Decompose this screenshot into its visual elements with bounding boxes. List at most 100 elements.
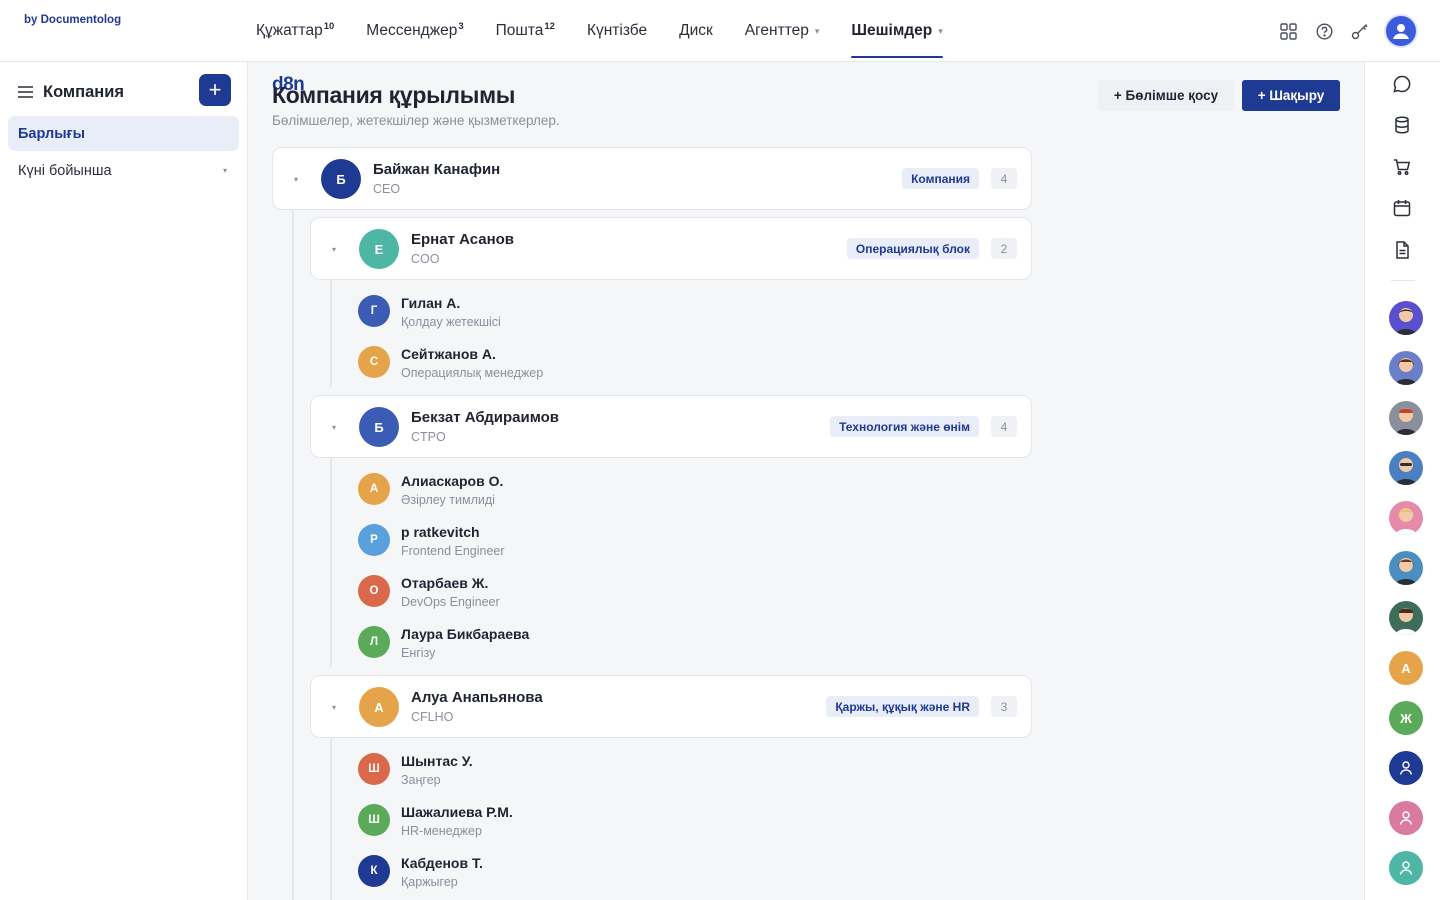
page-subtitle: Бөлімшелер, жетекшілер және қызметкерлер… <box>272 113 560 128</box>
employee-row[interactable]: Р р ratkevitch Frontend Engineer <box>358 518 758 562</box>
employee-role: Қолдау жетекшісі <box>401 315 501 329</box>
nav-label: Пошта <box>495 22 544 39</box>
left-sidebar: Компания + Барлығы Күні бойынша ▾ <box>0 62 248 900</box>
chevron-down-icon[interactable]: ▾ <box>332 703 336 712</box>
sidebar-title: Компания <box>43 82 125 101</box>
contact-avatar[interactable] <box>1389 451 1423 485</box>
menu-icon[interactable] <box>18 86 33 98</box>
sidebar-item-all[interactable]: Барлығы <box>8 116 239 151</box>
contact-avatar[interactable] <box>1389 351 1423 385</box>
nav-mail[interactable]: Пошта 12 <box>496 0 555 62</box>
employee-role: Енгізу <box>401 646 436 660</box>
employee-row[interactable]: С Сейтжанов А. Операциялық менеджер <box>358 340 758 384</box>
employee-row[interactable]: Ш Шынтас У. Заңгер <box>358 747 758 791</box>
sidebar-header: Компания + <box>18 74 231 108</box>
contact-avatar[interactable] <box>1389 401 1423 435</box>
nav-solutions[interactable]: Шешімдер ▾ <box>851 0 944 62</box>
nav-disk[interactable]: Диск <box>679 0 713 62</box>
nav-calendar[interactable]: Күнтізбе <box>587 0 647 62</box>
nav-label: Агенттер <box>744 22 809 39</box>
add-unit-button[interactable]: + Бөлімше қосу <box>1098 80 1234 111</box>
avatar: Л <box>358 626 390 658</box>
employee-name: Сейтжанов А. <box>401 346 496 362</box>
right-rail: А Ж <box>1364 62 1440 900</box>
contact-avatar[interactable] <box>1389 551 1423 585</box>
employee-row[interactable]: Л Лаура Бикбараева Енгізу <box>358 620 758 664</box>
chat-icon[interactable] <box>1392 74 1412 94</box>
avatar: Р <box>358 524 390 556</box>
sidebar-item-label: Күні бойынша <box>18 162 112 179</box>
top-bar: d8n by Documentolog Құжаттар 10 Мессендже… <box>0 0 1440 95</box>
chevron-down-icon: ▾ <box>814 25 820 36</box>
member-count-badge: 2 <box>991 238 1017 259</box>
chevron-down-icon: ▾ <box>222 166 227 175</box>
employee-row[interactable]: А Алиаскаров О. Әзірлеу тимлиді <box>358 467 758 511</box>
avatar: Е <box>359 229 399 269</box>
nav-label: Диск <box>679 22 713 39</box>
employee-row[interactable]: О Отарбаев Ж. DevOps Engineer <box>358 569 758 613</box>
nav-label: Құжаттар <box>256 22 323 39</box>
key-icon[interactable] <box>1350 21 1370 41</box>
logo[interactable]: d8n by Documentolog <box>24 13 305 95</box>
contact-avatar[interactable] <box>1389 751 1423 785</box>
main-nav: Құжаттар 10 Мессенджер 3 Пошта 12 Күнтізбе … <box>256 0 975 62</box>
chevron-down-icon[interactable]: ▾ <box>332 245 336 254</box>
tree-line <box>330 738 332 900</box>
nav-messenger[interactable]: Мессенджер 3 <box>366 0 463 62</box>
person-role: CTPO <box>411 430 446 444</box>
employee-row[interactable]: Г Гилан А. Қолдау жетекшісі <box>358 289 758 333</box>
chevron-down-icon[interactable]: ▾ <box>294 175 298 184</box>
employee-row[interactable]: Ш Шажалиева Р.М. HR-менеджер <box>358 798 758 842</box>
nav-badge: 12 <box>544 20 555 32</box>
member-count-badge: 4 <box>991 168 1017 189</box>
cart-icon[interactable] <box>1392 157 1412 177</box>
invite-button[interactable]: + Шақыру <box>1242 80 1340 111</box>
employee-name: Алиаскаров О. <box>401 473 504 489</box>
contact-avatar[interactable]: А <box>1389 651 1423 685</box>
employee-role: Әзірлеу тимлиді <box>401 493 495 507</box>
contact-avatar[interactable] <box>1389 851 1423 885</box>
person-role: COO <box>411 252 440 266</box>
avatar: А <box>358 473 390 505</box>
avatar: А <box>359 687 399 727</box>
contact-avatar[interactable] <box>1389 801 1423 835</box>
calendar-icon[interactable] <box>1392 198 1412 218</box>
apps-grid-icon[interactable] <box>1278 21 1298 41</box>
employee-role: Заңгер <box>401 773 441 787</box>
employee-name: Гилан А. <box>401 295 461 311</box>
avatar: Г <box>358 295 390 327</box>
person-name: Байжан Канафин <box>373 161 501 178</box>
nav-label: Күнтізбе <box>586 22 648 39</box>
employee-name: Отарбаев Ж. <box>401 575 489 591</box>
nav-documents[interactable]: Құжаттар 10 <box>256 0 334 62</box>
chevron-down-icon[interactable]: ▾ <box>332 423 336 432</box>
employee-name: Кабденов Т. <box>401 855 483 871</box>
avatar: Б <box>321 159 361 199</box>
nav-agents[interactable]: Агенттер ▾ <box>745 0 820 62</box>
sidebar-item-by-date[interactable]: Күні бойынша ▾ <box>8 153 239 188</box>
employee-role: Операциялық менеджер <box>401 366 544 380</box>
org-card-root[interactable]: ▾ Б Байжан Канафин CEO Компания 4 <box>272 147 1032 210</box>
unit-tag: Операциялық блок <box>846 238 979 259</box>
top-actions <box>1262 14 1418 48</box>
avatar: Б <box>359 407 399 447</box>
org-card-group[interactable]: ▾ Б Бекзат Абдираимов CTPO Технология жә… <box>310 395 1032 458</box>
employee-name: Шынтас У. <box>401 753 473 769</box>
org-card-group[interactable]: ▾ А Алуа Анапьянова CFLHO Қаржы, құқық ж… <box>310 675 1032 738</box>
org-card-group[interactable]: ▾ Е Ернат Асанов COO Операциялық блок 2 <box>310 217 1032 280</box>
employee-name: Шажалиева Р.М. <box>401 804 513 820</box>
employee-name: Лаура Бикбараева <box>401 626 530 642</box>
member-count-badge: 4 <box>991 416 1017 437</box>
document-icon[interactable] <box>1392 240 1412 260</box>
employee-role: HR-менеджер <box>401 824 482 838</box>
database-icon[interactable] <box>1392 115 1412 135</box>
contact-avatar[interactable] <box>1389 501 1423 535</box>
contact-avatar[interactable]: Ж <box>1389 701 1423 735</box>
sidebar-add-button[interactable]: + <box>199 74 231 106</box>
contact-avatar[interactable] <box>1389 601 1423 635</box>
contact-avatar[interactable] <box>1389 301 1423 335</box>
employee-role: DevOps Engineer <box>401 595 500 609</box>
user-avatar[interactable] <box>1384 14 1418 48</box>
help-icon[interactable] <box>1314 21 1334 41</box>
employee-row[interactable]: К Кабденов Т. Қаржыгер <box>358 849 758 893</box>
